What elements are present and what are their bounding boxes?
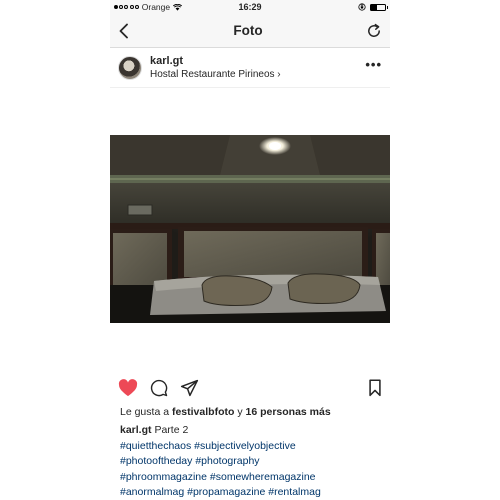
chevron-left-icon[interactable]	[118, 23, 130, 39]
post-header: karl.gt Hostal Restaurante Pirineos › ••…	[110, 48, 390, 88]
post-caption: karl.gt Parte 2 #quietthechaos #subjecti…	[120, 423, 384, 500]
avatar[interactable]	[118, 55, 142, 80]
username-link[interactable]: karl.gt	[150, 55, 365, 68]
likes-summary[interactable]: Le gusta a festivalbfoto y 16 personas m…	[120, 406, 331, 418]
heart-icon[interactable]	[118, 379, 138, 397]
carrier-name: Orange	[141, 2, 171, 12]
hashtags-line-4[interactable]: #anormalmag #propamagazine #rentalmag	[120, 485, 384, 500]
likes-prefix: Le gusta a	[120, 406, 170, 418]
post-author: karl.gt Hostal Restaurante Pirineos ›	[150, 55, 365, 81]
page-title: Foto	[233, 23, 263, 38]
location-label: Hostal Restaurante Pirineos	[150, 68, 275, 80]
location-arrow-icon: ›	[277, 68, 281, 80]
likes-count[interactable]: 16 personas más	[245, 406, 330, 418]
hotel-room-image	[110, 135, 390, 323]
battery-icon	[370, 3, 388, 11]
signal-strength-icon	[114, 5, 139, 9]
caption-username[interactable]: karl.gt	[120, 424, 152, 436]
instagram-post-screen: Orange 16:29 Foto karl.gt Hostal Restaur…	[110, 0, 390, 500]
wifi-icon	[173, 3, 183, 11]
hashtags-line-2[interactable]: #photooftheday #photography	[120, 454, 384, 470]
status-right	[358, 3, 388, 11]
status-bar: Orange 16:29	[110, 0, 390, 14]
carrier-info: Orange	[114, 2, 183, 12]
liker-username[interactable]: festivalbfoto	[172, 406, 234, 418]
post-actions	[118, 378, 382, 398]
orientation-lock-icon	[358, 3, 366, 11]
hashtags-line-3[interactable]: #phroommagazine #somewheremagazine	[120, 470, 384, 486]
send-icon[interactable]	[180, 379, 199, 397]
navigation-bar: Foto	[110, 14, 390, 48]
location-link[interactable]: Hostal Restaurante Pirineos ›	[150, 68, 365, 81]
comment-icon[interactable]	[150, 379, 168, 397]
status-time: 16:29	[238, 2, 262, 12]
post-photo[interactable]	[110, 135, 390, 323]
hashtags-line-1[interactable]: #quietthechaos #subjectivelyobjective	[120, 439, 384, 455]
bookmark-icon[interactable]	[368, 379, 382, 397]
likes-connector: y	[237, 406, 243, 418]
caption-text: Parte 2	[154, 424, 189, 436]
refresh-icon[interactable]	[366, 23, 382, 39]
more-options-icon[interactable]: •••	[365, 57, 382, 78]
